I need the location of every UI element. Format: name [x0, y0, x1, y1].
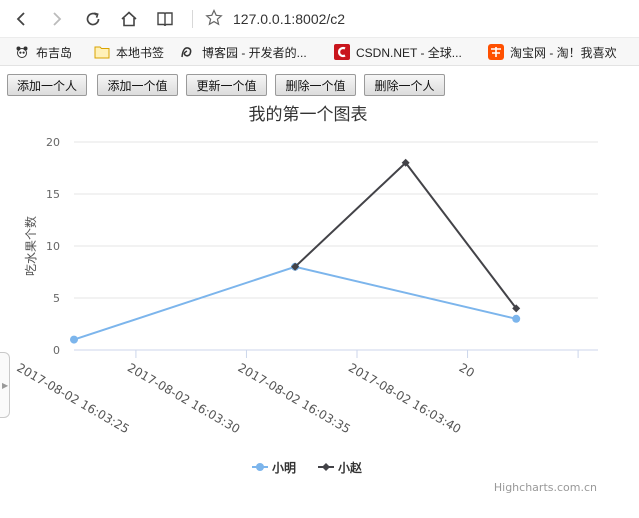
bookmark-item[interactable]: 布吉岛: [14, 43, 72, 61]
legend-marker: [322, 463, 330, 471]
y-tick-label: 5: [53, 292, 60, 305]
bookmark-folder[interactable]: 本地书签: [94, 43, 164, 61]
bookmark-star-icon[interactable]: [204, 8, 224, 33]
bookmark-label: CSDN.NET - 全球...: [356, 45, 462, 60]
reload-icon[interactable]: [80, 6, 106, 32]
y-tick-label: 0: [53, 344, 60, 357]
toolbar-separator: [192, 10, 193, 28]
legend: 小明 小赵: [252, 460, 363, 475]
data-point[interactable]: [512, 314, 521, 323]
cnblogs-icon: [180, 44, 196, 60]
update-value-button[interactable]: 更新一个值: [186, 74, 267, 96]
reading-list-icon[interactable]: [152, 6, 178, 32]
y-axis-ticks: 0 5 10 15 20: [46, 136, 60, 357]
y-tick-label: 10: [46, 240, 60, 253]
x-tick-label: 2017-08-02 16:03:25: [14, 360, 131, 436]
series-line-1: [73, 265, 517, 341]
chart-title: 我的第一个图表: [249, 105, 368, 125]
panda-icon: [14, 44, 30, 60]
add-value-button[interactable]: 添加一个值: [97, 74, 178, 96]
legend-label: 小赵: [338, 460, 363, 475]
folder-icon: [94, 44, 110, 60]
y-tick-label: 20: [46, 136, 60, 149]
bookmark-label: 本地书签: [116, 45, 165, 60]
taobao-icon: [488, 44, 504, 60]
forward-icon[interactable]: [44, 6, 70, 32]
browser-window: 127.0.0.1:8002/c2 布吉岛 本地书签 博客园 - 开发者的...…: [0, 0, 639, 518]
series-line-2: [294, 161, 517, 310]
series-group: [70, 158, 521, 344]
y-tick-label: 15: [46, 188, 60, 201]
side-panel-handle[interactable]: ▶: [0, 352, 10, 418]
url-field[interactable]: 127.0.0.1:8002/c2: [233, 11, 345, 27]
bookmark-item[interactable]: CSDN.NET - 全球...: [334, 43, 462, 61]
delete-value-button[interactable]: 删除一个值: [275, 74, 356, 96]
x-tick-label: 20: [457, 360, 477, 380]
x-axis-ticks: 2017-08-02 16:03:252017-08-02 16:03:3020…: [14, 350, 579, 436]
data-point[interactable]: [70, 335, 78, 344]
legend-item[interactable]: 小明: [252, 460, 296, 475]
address-toolbar: 127.0.0.1:8002/c2: [0, 0, 639, 38]
home-icon[interactable]: [116, 6, 142, 32]
x-tick-label: 2017-08-02 16:03:40: [346, 360, 463, 436]
csdn-icon: [334, 44, 350, 60]
legend-item[interactable]: 小赵: [318, 460, 363, 475]
back-icon[interactable]: [8, 6, 34, 32]
bookmark-item[interactable]: 博客园 - 开发者的...: [180, 43, 307, 61]
y-axis-label: 吃水果个数: [23, 216, 38, 276]
delete-person-button[interactable]: 删除一个人: [364, 74, 445, 96]
bookmark-label: 布吉岛: [36, 45, 73, 60]
legend-label: 小明: [272, 460, 296, 475]
legend-marker: [256, 463, 264, 471]
expand-arrow-icon: ▶: [2, 381, 9, 390]
bookmark-label: 博客园 - 开发者的...: [202, 45, 307, 60]
credits-link[interactable]: Highcharts.com.cn: [494, 481, 597, 494]
bookmark-item[interactable]: 淘宝网 - 淘！我喜欢: [488, 43, 617, 61]
bookmark-label: 淘宝网 - 淘！我喜欢: [510, 45, 617, 60]
x-tick-label: 2017-08-02 16:03:30: [125, 360, 242, 436]
bookmarks-bar: 布吉岛 本地书签 博客园 - 开发者的... CSDN.NET - 全球... …: [0, 38, 639, 66]
line-chart: 我的第一个图表 0 5 10 15 20 吃水果个数 2017-08-02 16:03:…: [14, 105, 598, 494]
x-tick-label: 2017-08-02 16:03:35: [236, 360, 353, 436]
add-person-button[interactable]: 添加一个人: [7, 74, 87, 96]
gridlines: [74, 141, 598, 299]
